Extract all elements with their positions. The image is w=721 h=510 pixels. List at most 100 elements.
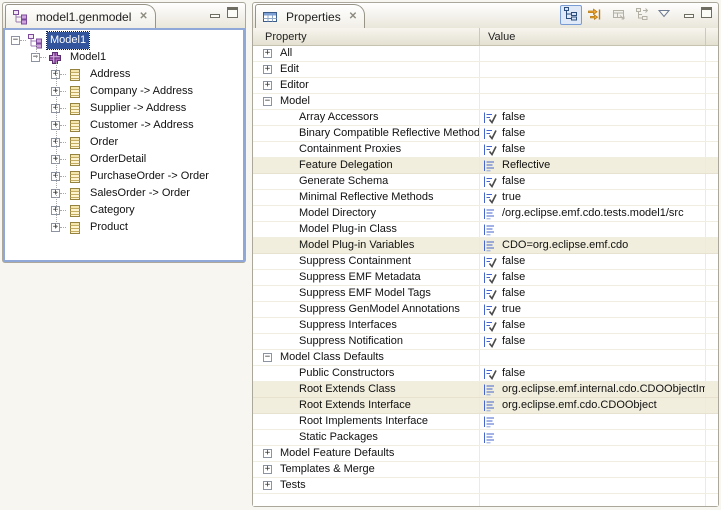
- property-value-cell[interactable]: [480, 46, 706, 61]
- column-header-property[interactable]: Property: [253, 28, 480, 45]
- property-name-cell: Model Plug-in Class: [253, 222, 480, 237]
- property-value-cell[interactable]: true: [480, 190, 706, 205]
- tree-item[interactable]: +Category: [5, 202, 243, 219]
- property-label: Suppress Notification: [299, 334, 403, 349]
- expand-toggle-icon[interactable]: +: [263, 449, 272, 458]
- tab-properties[interactable]: Properties ✕: [255, 4, 365, 28]
- collapse-toggle-icon[interactable]: −: [263, 353, 272, 362]
- property-value-cell[interactable]: [480, 414, 706, 429]
- property-name-cell: Array Accessors: [253, 110, 480, 125]
- property-value-cell[interactable]: [480, 94, 706, 109]
- expand-toggle-icon[interactable]: +: [263, 465, 272, 474]
- property-category-row[interactable]: +Model Feature Defaults: [253, 446, 718, 462]
- property-value-cell[interactable]: true: [480, 302, 706, 317]
- show-categories-icon: [563, 6, 579, 25]
- tree-item[interactable]: +Customer -> Address: [5, 117, 243, 134]
- property-value-cell[interactable]: [480, 62, 706, 77]
- property-category-row[interactable]: −Model Class Defaults: [253, 350, 718, 366]
- property-category-row[interactable]: −Model: [253, 94, 718, 110]
- property-value-cell[interactable]: CDO=org.eclipse.emf.cdo: [480, 238, 706, 253]
- tab-model1-genmodel[interactable]: model1.genmodel ✕: [5, 4, 156, 28]
- tree-item[interactable]: +OrderDetail: [5, 151, 243, 168]
- property-category-row[interactable]: +Tests: [253, 478, 718, 494]
- property-row[interactable]: Root Extends Interfaceorg.eclipse.emf.cd…: [253, 398, 718, 414]
- property-row[interactable]: Model Plug-in VariablesCDO=org.eclipse.e…: [253, 238, 718, 254]
- property-value-cell[interactable]: false: [480, 334, 706, 349]
- property-row[interactable]: Suppress Interfacesfalse: [253, 318, 718, 334]
- maximize-icon[interactable]: [701, 7, 712, 18]
- property-value-cell[interactable]: [480, 446, 706, 461]
- pin-button[interactable]: [632, 5, 654, 25]
- property-row[interactable]: Suppress EMF Metadatafalse: [253, 270, 718, 286]
- property-row[interactable]: Root Implements Interface: [253, 414, 718, 430]
- property-value-cell[interactable]: false: [480, 142, 706, 157]
- property-value-cell[interactable]: [480, 430, 706, 445]
- property-value-cell[interactable]: [480, 350, 706, 365]
- property-category-row[interactable]: +All: [253, 46, 718, 62]
- property-row[interactable]: Suppress EMF Model Tagsfalse: [253, 286, 718, 302]
- tree-item[interactable]: +Supplier -> Address: [5, 100, 243, 117]
- close-icon[interactable]: ✕: [349, 11, 357, 22]
- maximize-icon[interactable]: [227, 7, 238, 18]
- property-row[interactable]: Feature DelegationReflective: [253, 158, 718, 174]
- view-menu-button[interactable]: [656, 5, 672, 25]
- property-category-row[interactable]: +Editor: [253, 78, 718, 94]
- show-categories-button[interactable]: [560, 5, 582, 25]
- property-row[interactable]: Suppress Containmentfalse: [253, 254, 718, 270]
- property-value-cell[interactable]: false: [480, 126, 706, 141]
- property-value-cell[interactable]: false: [480, 110, 706, 125]
- property-row[interactable]: Generate Schemafalse: [253, 174, 718, 190]
- property-row[interactable]: Binary Compatible Reflective Methodsfals…: [253, 126, 718, 142]
- collapse-toggle-icon[interactable]: −: [263, 97, 272, 106]
- property-value-cell[interactable]: [480, 78, 706, 93]
- tree-item[interactable]: +Product: [5, 219, 243, 236]
- property-value-cell[interactable]: [480, 478, 706, 493]
- column-header-value[interactable]: Value: [480, 28, 706, 45]
- property-row[interactable]: Containment Proxiesfalse: [253, 142, 718, 158]
- minimize-icon[interactable]: [210, 14, 220, 18]
- property-value-cell[interactable]: /org.eclipse.emf.cdo.tests.model1/src: [480, 206, 706, 221]
- expand-toggle-icon[interactable]: +: [263, 49, 272, 58]
- property-value-cell[interactable]: false: [480, 270, 706, 285]
- property-value: true: [502, 190, 521, 205]
- tree-item[interactable]: −Model1: [5, 49, 243, 66]
- tree-item[interactable]: +Address: [5, 66, 243, 83]
- property-row[interactable]: Static Packages: [253, 430, 718, 446]
- property-row[interactable]: Suppress Notification false: [253, 334, 718, 350]
- restore-default-button[interactable]: [608, 5, 630, 25]
- property-row[interactable]: Model Directory/org.eclipse.emf.cdo.test…: [253, 206, 718, 222]
- property-category-row[interactable]: +Templates & Merge: [253, 462, 718, 478]
- property-row[interactable]: Model Plug-in Class: [253, 222, 718, 238]
- property-row[interactable]: Root Extends Classorg.eclipse.emf.intern…: [253, 382, 718, 398]
- tree-item[interactable]: −Model1: [5, 32, 243, 49]
- show-advanced-button[interactable]: [584, 5, 606, 25]
- property-value-cell[interactable]: Reflective: [480, 158, 706, 173]
- property-value-cell[interactable]: false: [480, 286, 706, 301]
- tree-item[interactable]: +Company -> Address: [5, 83, 243, 100]
- property-row[interactable]: Public Constructorsfalse: [253, 366, 718, 382]
- tree-connector: [60, 108, 66, 109]
- boolean-value-icon: [482, 334, 498, 349]
- tree-item[interactable]: +SalesOrder -> Order: [5, 185, 243, 202]
- expand-toggle-icon[interactable]: +: [263, 81, 272, 90]
- property-value-cell[interactable]: [480, 222, 706, 237]
- property-value: false: [502, 334, 525, 349]
- property-value-cell[interactable]: [480, 462, 706, 477]
- property-value-cell[interactable]: false: [480, 174, 706, 189]
- collapse-toggle-icon[interactable]: −: [11, 36, 20, 45]
- property-row[interactable]: Suppress GenModel Annotationstrue: [253, 302, 718, 318]
- property-value-cell[interactable]: org.eclipse.emf.cdo.CDOObject: [480, 398, 706, 413]
- tree-item[interactable]: +Order: [5, 134, 243, 151]
- close-icon[interactable]: ✕: [139, 11, 147, 22]
- property-value-cell[interactable]: false: [480, 254, 706, 269]
- expand-toggle-icon[interactable]: +: [263, 481, 272, 490]
- property-row[interactable]: Array Accessorsfalse: [253, 110, 718, 126]
- tree-item[interactable]: +PurchaseOrder -> Order: [5, 168, 243, 185]
- expand-toggle-icon[interactable]: +: [263, 65, 272, 74]
- property-value-cell[interactable]: org.eclipse.emf.internal.cdo.CDOObjectIm…: [480, 382, 706, 397]
- property-category-row[interactable]: +Edit: [253, 62, 718, 78]
- property-value-cell[interactable]: false: [480, 318, 706, 333]
- property-row[interactable]: Minimal Reflective Methodstrue: [253, 190, 718, 206]
- property-value-cell[interactable]: false: [480, 366, 706, 381]
- minimize-icon[interactable]: [684, 14, 694, 18]
